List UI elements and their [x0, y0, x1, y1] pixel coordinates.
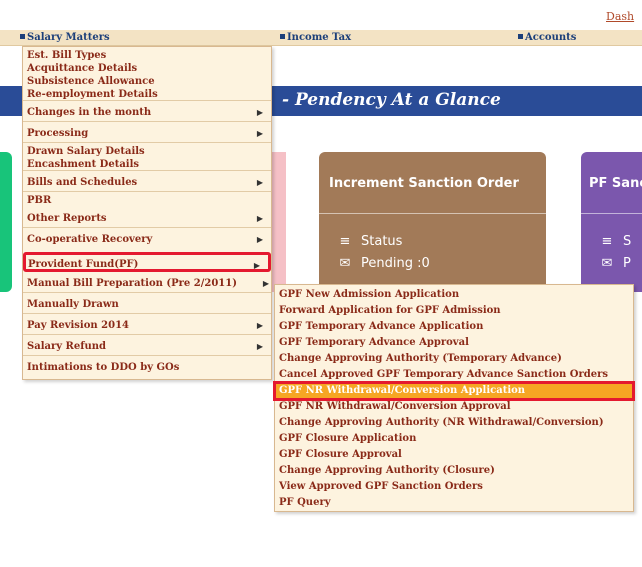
submenu-arrow-icon: ▶: [256, 320, 263, 330]
submenu-item-gpf-closure-approval[interactable]: GPF Closure Approval: [275, 447, 633, 463]
submenu-item-forward-gpf-admission[interactable]: Forward Application for GPF Admission: [275, 303, 633, 319]
menu-item-pay-revision-2014[interactable]: Pay Revision 2014 ▶: [23, 316, 271, 335]
menu-item-co-operative-recovery[interactable]: Co-operative Recovery ▶: [23, 230, 271, 249]
card-title: Increment Sanction Order: [329, 176, 519, 191]
submenu-item-gpf-closure-application[interactable]: GPF Closure Application: [275, 431, 633, 447]
menu-item-label: Changes in the month: [27, 107, 152, 118]
menu-item-other-reports[interactable]: Other Reports ▶: [23, 209, 271, 228]
pending-link[interactable]: ✉ P: [601, 256, 631, 271]
menubar-item-label: Income Tax: [287, 32, 352, 43]
submenu-item-view-approved-gpf-orders[interactable]: View Approved GPF Sanction Orders: [275, 479, 633, 495]
bullet-square-icon: [20, 34, 25, 39]
menu-item-provident-fund[interactable]: Provident Fund(PF) ▶: [23, 252, 271, 272]
menu-item-label: Other Reports: [27, 213, 107, 224]
menu-item-est-bill-types[interactable]: Est. Bill Types: [23, 49, 271, 62]
increment-sanction-card[interactable]: Increment Sanction Order ≡ Status ✉ Pendin…: [319, 152, 546, 292]
menubar-item-income-tax[interactable]: Income Tax: [280, 32, 351, 43]
menu-item-label: Bills and Schedules: [27, 177, 138, 188]
submenu-item-change-authority-closure[interactable]: Change Approving Authority (Closure): [275, 463, 633, 479]
menubar-item-label: Accounts: [525, 32, 577, 43]
status-label: Status: [361, 234, 403, 249]
card-header: PF Sanc: [581, 152, 642, 214]
menu-item-label: Co-operative Recovery: [27, 234, 153, 245]
list-icon: ≡: [339, 234, 351, 249]
pending-label: P: [623, 256, 631, 271]
submenu-item-change-authority-temporary-advance[interactable]: Change Approving Authority (Temporary Ad…: [275, 351, 633, 367]
submenu-item-cancel-approved-gpf-orders[interactable]: Cancel Approved GPF Temporary Advance Sa…: [275, 367, 633, 383]
menu-item-bills-and-schedules[interactable]: Bills and Schedules ▶: [23, 173, 271, 192]
submenu-arrow-icon: ▶: [256, 107, 263, 117]
pending-link[interactable]: ✉ Pending :0: [339, 256, 430, 271]
menu-item-changes-in-month[interactable]: Changes in the month ▶: [23, 103, 271, 122]
card-header: Increment Sanction Order: [319, 152, 546, 214]
menu-item-intimations-to-ddo[interactable]: Intimations to DDO by GOs: [23, 358, 271, 377]
menu-item-salary-refund[interactable]: Salary Refund ▶: [23, 337, 271, 356]
menu-item-processing[interactable]: Processing ▶: [23, 124, 271, 143]
submenu-arrow-icon: ▶: [256, 177, 263, 187]
status-link[interactable]: ≡ S: [601, 234, 632, 249]
list-icon: ≡: [601, 234, 613, 249]
menu-item-label: Manual Bill Preparation (Pre 2/2011): [27, 278, 237, 289]
pf-sanction-card[interactable]: PF Sanc ≡ S ✉ P: [581, 152, 642, 292]
menu-item-pbr[interactable]: PBR: [23, 194, 271, 207]
envelope-icon: ✉: [339, 256, 351, 271]
submenu-item-gpf-temporary-advance-approval[interactable]: GPF Temporary Advance Approval: [275, 335, 633, 351]
submenu-item-gpf-nr-withdrawal-approval[interactable]: GPF NR Withdrawal/Conversion Approval: [275, 399, 633, 415]
submenu-item-pf-query[interactable]: PF Query: [275, 495, 633, 511]
submenu-arrow-icon: ▶: [256, 128, 263, 138]
menu-item-acquittance-details[interactable]: Acquittance Details: [23, 62, 271, 75]
menu-item-drawn-salary-details[interactable]: Drawn Salary Details: [23, 145, 271, 158]
submenu-arrow-icon: ▶: [256, 234, 263, 244]
provident-fund-submenu: GPF New Admission Application Forward Ap…: [273, 284, 635, 512]
dash-link[interactable]: Dash: [606, 10, 634, 23]
menubar-item-label: Salary Matters: [27, 32, 110, 43]
card-title: PF Sanc: [589, 176, 642, 191]
menu-item-manual-bill-preparation[interactable]: Manual Bill Preparation (Pre 2/2011) ▶: [23, 274, 271, 293]
status-label: S: [623, 234, 632, 249]
menu-item-label: Processing: [27, 128, 89, 139]
submenu-item-gpf-nr-withdrawal-application[interactable]: GPF NR Withdrawal/Conversion Application: [273, 381, 635, 401]
menubar-item-salary-matters[interactable]: Salary Matters: [20, 32, 110, 43]
status-link[interactable]: ≡ Status: [339, 234, 403, 249]
submenu-arrow-icon: ▶: [256, 213, 263, 223]
menu-item-label: Provident Fund(PF): [28, 259, 139, 270]
pending-label: Pending :0: [361, 256, 430, 271]
submenu-item-change-authority-nr-withdrawal[interactable]: Change Approving Authority (NR Withdrawa…: [275, 415, 633, 431]
menu-item-subsistence-allowance[interactable]: Subsistence Allowance: [23, 75, 271, 88]
dashboard-card-pink[interactable]: [272, 152, 286, 292]
banner-title: - Pendency At a Glance: [282, 90, 501, 110]
submenu-arrow-icon: ▶: [253, 260, 260, 270]
salary-matters-menu: Est. Bill Types Acquittance Details Subs…: [22, 46, 272, 380]
dashboard-card-green[interactable]: [0, 152, 12, 292]
menu-item-label: Salary Refund: [27, 341, 107, 352]
submenu-item-gpf-temporary-advance-application[interactable]: GPF Temporary Advance Application: [275, 319, 633, 335]
bullet-square-icon: [518, 34, 523, 39]
top-menubar: Salary Matters Income Tax Accounts: [0, 30, 642, 46]
submenu-arrow-icon: ▶: [262, 278, 269, 288]
menu-item-re-employment-details[interactable]: Re-employment Details: [23, 88, 271, 101]
menu-item-label: Pay Revision 2014: [27, 320, 129, 331]
envelope-icon: ✉: [601, 256, 613, 271]
menubar-item-accounts[interactable]: Accounts: [518, 32, 576, 43]
bullet-square-icon: [280, 34, 285, 39]
menu-item-encashment-details[interactable]: Encashment Details: [23, 158, 271, 171]
submenu-item-gpf-new-admission-application[interactable]: GPF New Admission Application: [275, 287, 633, 303]
submenu-arrow-icon: ▶: [256, 341, 263, 351]
menu-item-manually-drawn[interactable]: Manually Drawn: [23, 295, 271, 314]
